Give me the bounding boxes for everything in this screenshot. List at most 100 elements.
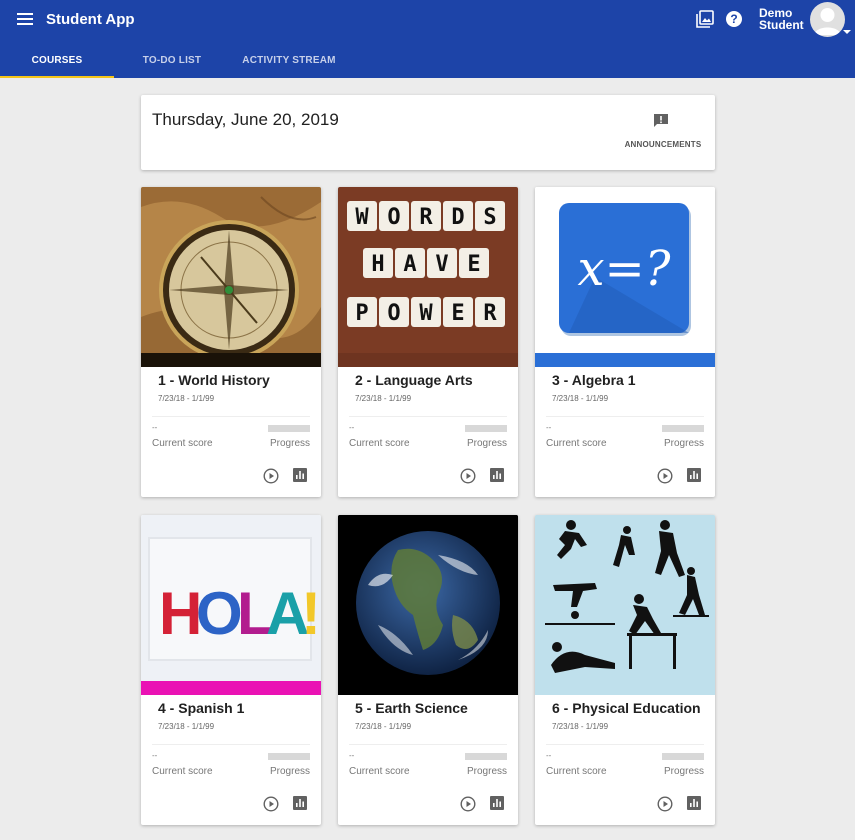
current-score-value: -- [152,751,158,760]
course-image: x=? [535,187,715,353]
svg-text:R: R [419,205,433,230]
course-image [141,187,321,353]
app-title: Student App [46,11,135,28]
course-band [535,681,715,695]
course-card-world-history[interactable]: 1 - World History 7/23/18 - 1/1/99 -- Cu… [141,187,321,497]
course-band [141,681,321,695]
svg-text:E: E [451,301,464,326]
grades-chart-icon[interactable] [687,468,701,482]
svg-text:W: W [419,301,433,326]
course-band [535,353,715,367]
play-icon[interactable] [263,468,279,484]
grades-chart-icon[interactable] [490,468,504,482]
tab-courses[interactable]: COURSES [0,50,114,78]
course-card-spanish[interactable]: H O L A ! 4 - Spanish 1 7/23/18 - 1/1/99… [141,515,321,825]
words-have-power-image: W O R D S H A V E P O W E R [338,187,518,353]
x-equals-question-image: x=? [559,203,691,336]
svg-text:V: V [435,252,448,277]
course-dates: 7/23/18 - 1/1/99 [355,722,412,731]
compass-map-image [141,187,321,353]
divider [152,416,310,417]
divider [152,744,310,745]
course-dates: 7/23/18 - 1/1/99 [552,394,609,403]
course-dates: 7/23/18 - 1/1/99 [552,722,609,731]
current-date: Thursday, June 20, 2019 [152,110,339,129]
progress-label: Progress [269,438,310,449]
course-card-language-arts[interactable]: W O R D S H A V E P O W E R 2 - Language… [338,187,518,497]
progress-bar [268,425,310,432]
announcements-button[interactable]: ANNOUNCEMENTS [618,110,708,155]
course-title[interactable]: 4 - Spanish 1 [158,700,244,716]
play-icon[interactable] [460,468,476,484]
progress-bar [662,425,704,432]
algebra-equation-text: x=? [577,241,670,297]
earth-globe-image [338,515,518,681]
course-dates: 7/23/18 - 1/1/99 [158,394,215,403]
course-image [535,515,715,681]
current-score-value: -- [546,423,552,432]
course-title[interactable]: 1 - World History [158,372,270,388]
course-title[interactable]: 6 - Physical Education [552,700,701,716]
course-image: H O L A ! [141,515,321,681]
current-score-label: Current score [349,766,410,777]
svg-text:P: P [355,301,368,326]
active-tab-indicator [0,76,114,78]
athlete-silhouettes-image [535,515,715,681]
play-icon[interactable] [263,796,279,812]
svg-text:!: ! [301,580,321,647]
svg-text:R: R [483,301,497,326]
play-icon[interactable] [657,796,673,812]
progress-bar [268,753,310,760]
current-score-label: Current score [152,438,213,449]
progress-label: Progress [663,438,704,449]
divider [546,744,704,745]
divider [349,416,507,417]
tab-activity-stream[interactable]: ACTIVITY STREAM [232,50,346,78]
course-title[interactable]: 5 - Earth Science [355,700,468,716]
course-card-earth-science[interactable]: 5 - Earth Science 7/23/18 - 1/1/99 -- Cu… [338,515,518,825]
tiles-row-3: P O W E R [347,297,505,327]
person-icon [814,8,841,35]
user-name[interactable]: Demo Student [759,7,804,31]
grades-chart-icon[interactable] [490,796,504,810]
date-card: Thursday, June 20, 2019 ANNOUNCEMENTS [141,95,715,170]
tiles-row-1: W O R D S [347,201,505,231]
course-card-physical-education[interactable]: 6 - Physical Education 7/23/18 - 1/1/99 … [535,515,715,825]
progress-bar [662,753,704,760]
progress-label: Progress [466,766,507,777]
progress-bar [465,425,507,432]
progress-bar [465,753,507,760]
course-card-algebra[interactable]: x=? 3 - Algebra 1 7/23/18 - 1/1/99 -- Cu… [535,187,715,497]
svg-text:D: D [451,205,464,230]
gallery-icon[interactable] [696,10,714,28]
course-title[interactable]: 2 - Language Arts [355,372,473,388]
menu-icon[interactable] [17,13,33,27]
play-icon[interactable] [657,468,673,484]
current-score-value: -- [349,423,355,432]
svg-text:W: W [355,205,369,230]
grades-chart-icon[interactable] [293,796,307,810]
divider [546,416,704,417]
current-score-label: Current score [152,766,213,777]
progress-label: Progress [466,438,507,449]
tab-to-do-list[interactable]: TO-DO LIST [130,50,214,78]
grades-chart-icon[interactable] [687,796,701,810]
play-icon[interactable] [460,796,476,812]
progress-label: Progress [269,766,310,777]
course-title[interactable]: 3 - Algebra 1 [552,372,636,388]
course-dates: 7/23/18 - 1/1/99 [158,722,215,731]
svg-text:A: A [403,252,416,277]
current-score-label: Current score [349,438,410,449]
user-last-name: Student [759,18,804,32]
course-dates: 7/23/18 - 1/1/99 [355,394,412,403]
course-band [338,353,518,367]
avatar[interactable] [810,2,845,37]
course-band [141,353,321,367]
app-bar: Student App ? Demo Student COURSES TO-DO… [0,0,855,78]
help-icon[interactable]: ? [725,10,743,28]
account-dropdown-icon[interactable] [843,30,851,34]
tab-bar: COURSES TO-DO LIST ACTIVITY STREAM [0,50,855,78]
grades-chart-icon[interactable] [293,468,307,482]
progress-label: Progress [663,766,704,777]
current-score-label: Current score [546,766,607,777]
